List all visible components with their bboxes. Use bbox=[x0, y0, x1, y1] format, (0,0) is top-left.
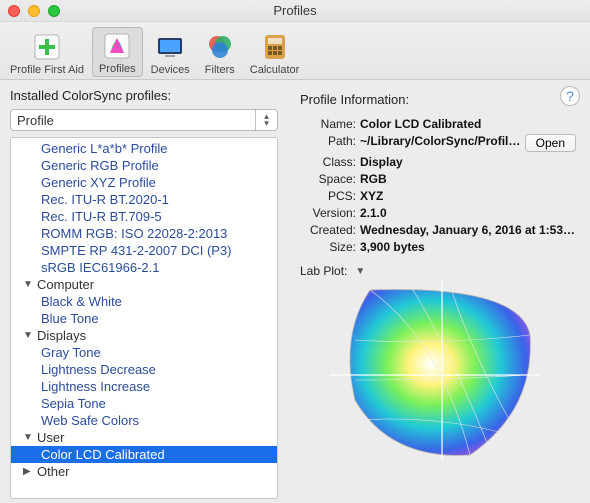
list-item-label: sRGB IEC61966-2.1 bbox=[41, 260, 160, 275]
disclosure-triangle-icon[interactable]: ▶ bbox=[23, 466, 37, 477]
info-value-pcs: XYZ bbox=[360, 189, 576, 203]
list-item-label: Computer bbox=[37, 277, 94, 292]
installed-profiles-heading: Installed ColorSync profiles: bbox=[10, 88, 278, 103]
profiles-tree[interactable]: Generic L*a*b* Profile Generic RGB Profil… bbox=[10, 137, 278, 499]
list-item-label: Black & White bbox=[41, 294, 122, 309]
profile-item[interactable]: ROMM RGB: ISO 22028-2:2013 bbox=[11, 225, 277, 242]
info-value-created: Wednesday, January 6, 2016 at 1:53:4... bbox=[360, 223, 576, 237]
list-item-label: SMPTE RP 431-2-2007 DCI (P3) bbox=[41, 243, 232, 258]
list-item-label: Generic L*a*b* Profile bbox=[41, 141, 167, 156]
minimize-icon[interactable] bbox=[28, 5, 40, 17]
profile-item[interactable]: Gray Tone bbox=[11, 344, 277, 361]
profile-item[interactable]: Sepia Tone bbox=[11, 395, 277, 412]
profile-item[interactable]: Generic RGB Profile bbox=[11, 157, 277, 174]
info-label-path: Path: bbox=[292, 134, 356, 152]
list-item-label: Color LCD Calibrated bbox=[41, 447, 165, 462]
help-button[interactable]: ? bbox=[560, 86, 580, 106]
list-item-label: Rec. ITU-R BT.2020-1 bbox=[41, 192, 169, 207]
toolbar-calculator[interactable]: Calculator bbox=[244, 29, 306, 77]
list-item-label: Web Safe Colors bbox=[41, 413, 139, 428]
info-value-class: Display bbox=[360, 155, 576, 169]
window-titlebar: Profiles bbox=[0, 0, 590, 22]
info-label-pcs: PCS: bbox=[292, 189, 356, 203]
profile-info-heading: Profile Information: bbox=[300, 92, 582, 107]
list-item-label: Sepia Tone bbox=[41, 396, 106, 411]
info-label-size: Size: bbox=[292, 240, 356, 254]
window-title: Profiles bbox=[273, 3, 316, 18]
info-value-size: 3,900 bytes bbox=[360, 240, 576, 254]
info-label-version: Version: bbox=[292, 206, 356, 220]
profile-item[interactable]: Color LCD Calibrated bbox=[11, 446, 277, 463]
first-aid-icon bbox=[31, 31, 63, 63]
profile-group[interactable]: ▼Displays bbox=[11, 327, 277, 344]
toolbar: Profile First Aid Profiles Devices Filte… bbox=[0, 22, 590, 80]
profile-item[interactable]: Lightness Increase bbox=[11, 378, 277, 395]
disclosure-triangle-icon[interactable]: ▼ bbox=[355, 266, 369, 277]
list-item-label: Blue Tone bbox=[41, 311, 99, 326]
info-value-path: ~/Library/ColorSync/Profiles... bbox=[360, 134, 521, 152]
profile-group[interactable]: ▼User bbox=[11, 429, 277, 446]
disclosure-triangle-icon[interactable]: ▼ bbox=[23, 432, 37, 443]
toolbar-devices[interactable]: Devices bbox=[145, 29, 196, 77]
profile-item[interactable]: Web Safe Colors bbox=[11, 412, 277, 429]
profile-info-grid: Name: Color LCD Calibrated Path: ~/Libra… bbox=[292, 117, 576, 254]
profiles-icon bbox=[101, 30, 133, 62]
profile-item[interactable]: Lightness Decrease bbox=[11, 361, 277, 378]
profile-item[interactable]: SMPTE RP 431-2-2007 DCI (P3) bbox=[11, 242, 277, 259]
list-item-label: Displays bbox=[37, 328, 86, 343]
dropdown-value: Profile bbox=[11, 110, 255, 130]
zoom-icon[interactable] bbox=[48, 5, 60, 17]
profile-group[interactable]: ▶Other bbox=[11, 463, 277, 480]
info-label-name: Name: bbox=[292, 117, 356, 131]
profile-item[interactable]: Blue Tone bbox=[11, 310, 277, 327]
profile-item[interactable]: Rec. ITU-R BT.709-5 bbox=[11, 208, 277, 225]
list-item-label: Gray Tone bbox=[41, 345, 101, 360]
list-item-label: Generic RGB Profile bbox=[41, 158, 159, 173]
list-item-label: Lightness Decrease bbox=[41, 362, 156, 377]
lab-plot[interactable] bbox=[330, 280, 540, 460]
profile-item[interactable]: Generic XYZ Profile bbox=[11, 174, 277, 191]
toolbar-label: Profiles bbox=[99, 63, 136, 75]
info-label-class: Class: bbox=[292, 155, 356, 169]
filters-icon bbox=[204, 31, 236, 63]
info-label-created: Created: bbox=[292, 223, 356, 237]
toolbar-label: Calculator bbox=[250, 64, 300, 76]
profile-item[interactable]: Generic L*a*b* Profile bbox=[11, 140, 277, 157]
profile-item[interactable]: Black & White bbox=[11, 293, 277, 310]
profile-item[interactable]: Rec. ITU-R BT.2020-1 bbox=[11, 191, 277, 208]
disclosure-triangle-icon[interactable]: ▼ bbox=[23, 330, 37, 341]
list-item-label: Other bbox=[37, 464, 70, 479]
info-value-space: RGB bbox=[360, 172, 576, 186]
toolbar-label: Devices bbox=[151, 64, 190, 76]
info-value-version: 2.1.0 bbox=[360, 206, 576, 220]
list-item-label: Lightness Increase bbox=[41, 379, 150, 394]
profile-item[interactable]: sRGB IEC61966-2.1 bbox=[11, 259, 277, 276]
disclosure-triangle-icon[interactable]: ▼ bbox=[23, 279, 37, 290]
toolbar-profile-first-aid[interactable]: Profile First Aid bbox=[4, 29, 90, 77]
profile-group[interactable]: ▼Computer bbox=[11, 276, 277, 293]
toolbar-profiles[interactable]: Profiles bbox=[92, 27, 143, 77]
close-icon[interactable] bbox=[8, 5, 20, 17]
list-item-label: User bbox=[37, 430, 64, 445]
list-item-label: ROMM RGB: ISO 22028-2:2013 bbox=[41, 226, 227, 241]
info-value-name: Color LCD Calibrated bbox=[360, 117, 576, 131]
toolbar-label: Profile First Aid bbox=[10, 64, 84, 76]
open-button[interactable]: Open bbox=[525, 134, 576, 152]
toolbar-filters[interactable]: Filters bbox=[198, 29, 242, 77]
devices-icon bbox=[154, 31, 186, 63]
chevron-up-down-icon: ▴▾ bbox=[255, 110, 277, 130]
labplot-label: Lab Plot: bbox=[300, 264, 347, 278]
list-item-label: Generic XYZ Profile bbox=[41, 175, 156, 190]
calculator-icon bbox=[259, 31, 291, 63]
info-label-space: Space: bbox=[292, 172, 356, 186]
profile-column-dropdown[interactable]: Profile ▴▾ bbox=[10, 109, 278, 131]
toolbar-label: Filters bbox=[205, 64, 235, 76]
window-controls bbox=[8, 5, 60, 17]
list-item-label: Rec. ITU-R BT.709-5 bbox=[41, 209, 162, 224]
